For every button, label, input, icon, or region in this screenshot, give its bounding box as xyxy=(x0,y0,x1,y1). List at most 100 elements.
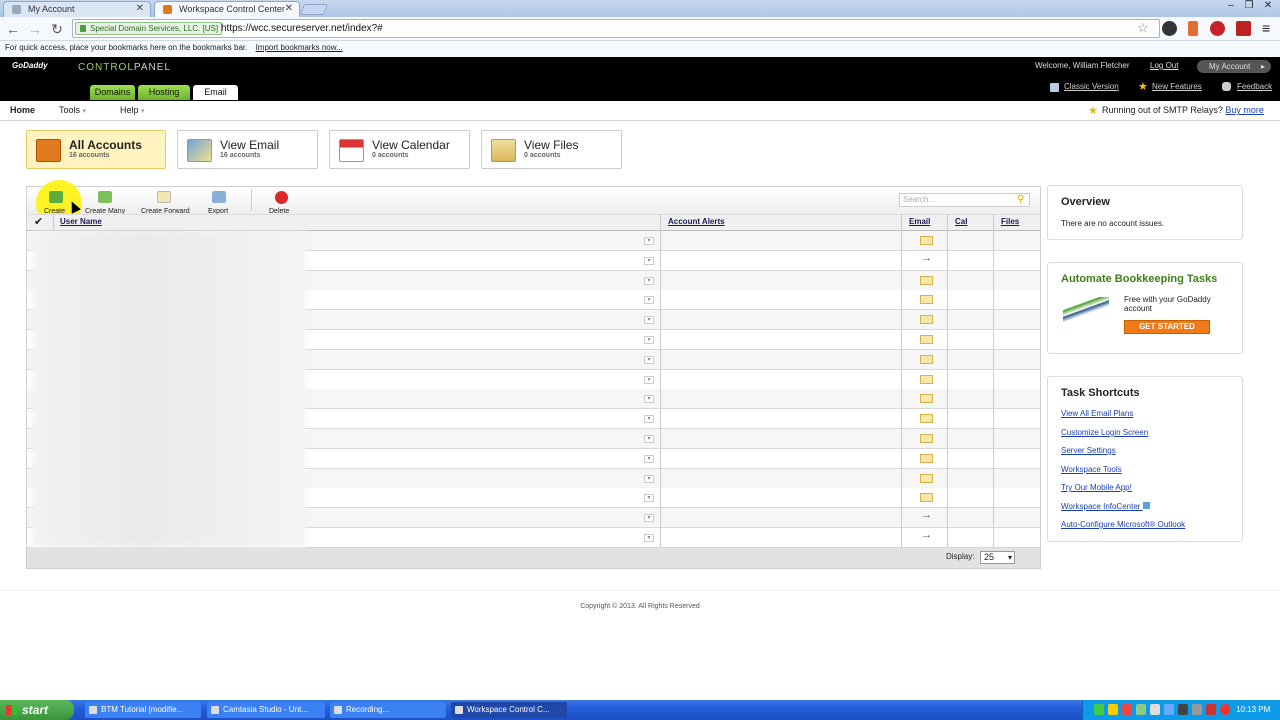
envelope-icon[interactable] xyxy=(920,434,933,443)
row-menu-chevron-icon[interactable]: ▾ xyxy=(644,514,654,523)
back-icon[interactable]: ← xyxy=(4,20,22,38)
column-account-alerts[interactable]: Account Alerts xyxy=(668,217,725,226)
taskbar-item-camtasia[interactable]: Camtasia Studio - Unt... xyxy=(207,702,325,718)
new-features-link[interactable]: New Features xyxy=(1152,82,1202,91)
card-view-files[interactable]: View Files 0 accounts xyxy=(481,130,622,169)
taskbar-item-recording[interactable]: Recording... xyxy=(330,702,446,718)
start-button[interactable]: start xyxy=(0,700,74,720)
get-started-button[interactable]: GET STARTED xyxy=(1124,320,1210,334)
search-icon[interactable]: ⚲ xyxy=(1017,194,1024,205)
forward-arrow-icon[interactable]: → xyxy=(921,509,932,521)
logout-link[interactable]: Log Out xyxy=(1150,61,1178,70)
menu-icon[interactable]: ≡ xyxy=(1262,21,1270,35)
browser-tab-workspace[interactable]: Workspace Control Center ✕ xyxy=(154,1,300,17)
search-input[interactable]: Search... xyxy=(899,193,1030,207)
row-menu-chevron-icon[interactable]: ▾ xyxy=(644,296,654,305)
browser-tab-my-account[interactable]: My Account ✕ xyxy=(3,1,151,17)
tab-email[interactable]: Email xyxy=(193,85,238,100)
row-menu-chevron-icon[interactable]: ▾ xyxy=(644,454,654,463)
row-menu-chevron-icon[interactable]: ▾ xyxy=(644,435,654,443)
taskbar-item-btm-tutorial[interactable]: BTM Tutorial [modifie... xyxy=(85,702,201,718)
close-tab-icon[interactable]: ✕ xyxy=(285,2,293,16)
row-menu-chevron-icon[interactable]: ▾ xyxy=(644,395,654,404)
new-tab-button[interactable] xyxy=(299,4,329,15)
forward-arrow-icon[interactable]: → xyxy=(921,252,932,264)
card-view-calendar[interactable]: View Calendar 0 accounts xyxy=(329,130,470,169)
menu-help[interactable]: Help ▾ xyxy=(120,105,145,115)
select-all-checkbox[interactable]: ✔ xyxy=(34,215,43,228)
forward-arrow-icon[interactable]: → xyxy=(921,529,932,541)
tray-icon[interactable] xyxy=(1108,704,1118,715)
extension-icon[interactable] xyxy=(1162,21,1177,36)
envelope-icon[interactable] xyxy=(920,374,933,384)
address-bar[interactable]: Special Domain Services, LLC. [US] https… xyxy=(72,19,1160,38)
tray-icon[interactable] xyxy=(1192,704,1202,715)
row-menu-chevron-icon[interactable]: ▾ xyxy=(644,474,654,483)
minimize-icon[interactable]: – xyxy=(1222,0,1240,14)
card-view-email[interactable]: View Email 16 accounts xyxy=(177,130,318,169)
reload-icon[interactable]: ↻ xyxy=(48,20,66,38)
envelope-icon[interactable] xyxy=(920,354,933,364)
shortcut-mobile-app[interactable]: Try Our Mobile App! xyxy=(1061,483,1132,492)
card-all-accounts[interactable]: All Accounts 16 accounts xyxy=(26,130,166,169)
tray-icon[interactable] xyxy=(1094,704,1104,715)
tray-icon[interactable] xyxy=(1220,704,1230,715)
classic-version-link[interactable]: Classic Version xyxy=(1064,82,1119,91)
row-menu-chevron-icon[interactable]: ▾ xyxy=(644,316,654,325)
create-forward-icon[interactable] xyxy=(157,191,171,203)
row-menu-chevron-icon[interactable]: ▾ xyxy=(644,256,654,265)
my-account-button[interactable]: My Account ▸ xyxy=(1197,60,1271,73)
shortcut-workspace-tools[interactable]: Workspace Tools xyxy=(1061,465,1122,474)
tray-icon[interactable] xyxy=(1122,704,1132,715)
forward-icon[interactable]: → xyxy=(26,20,44,38)
tray-icon[interactable] xyxy=(1150,704,1160,715)
restore-icon[interactable]: ❐ xyxy=(1240,0,1258,14)
delete-icon[interactable] xyxy=(275,191,288,204)
shortcut-server-settings[interactable]: Server Settings xyxy=(1061,446,1116,455)
envelope-icon[interactable] xyxy=(920,453,933,463)
envelope-icon[interactable] xyxy=(920,335,933,344)
row-menu-chevron-icon[interactable]: ▾ xyxy=(644,494,654,503)
feedback-link[interactable]: Feedback xyxy=(1237,82,1272,91)
pinterest-icon[interactable] xyxy=(1210,21,1225,36)
close-tab-icon[interactable]: ✕ xyxy=(136,2,144,16)
shortcut-outlook-config[interactable]: Auto-Configure Microsoft® Outlook xyxy=(1061,520,1185,529)
tray-icon[interactable] xyxy=(1164,704,1174,715)
envelope-icon[interactable] xyxy=(920,493,933,503)
menu-home[interactable]: Home xyxy=(10,105,35,115)
row-menu-chevron-icon[interactable]: ▾ xyxy=(644,237,654,245)
envelope-icon[interactable] xyxy=(920,295,933,305)
ssl-indicator[interactable]: Special Domain Services, LLC. [US] xyxy=(75,22,223,35)
column-user-name[interactable]: User Name xyxy=(60,217,102,226)
row-menu-chevron-icon[interactable]: ▾ xyxy=(644,375,654,384)
tab-domains[interactable]: Domains xyxy=(90,85,135,100)
row-menu-chevron-icon[interactable]: ▾ xyxy=(644,355,654,364)
tray-icon[interactable] xyxy=(1206,704,1216,715)
row-menu-chevron-icon[interactable]: ▾ xyxy=(644,336,654,344)
create-icon[interactable] xyxy=(49,191,63,203)
envelope-icon[interactable] xyxy=(920,414,933,424)
row-menu-chevron-icon[interactable]: ▾ xyxy=(644,276,654,285)
tray-icon[interactable] xyxy=(1178,704,1188,715)
bookmark-star-icon[interactable]: ☆ xyxy=(1137,20,1149,36)
extension-badge-icon[interactable] xyxy=(1236,21,1251,36)
envelope-icon[interactable] xyxy=(920,394,933,404)
taskbar-item-workspace[interactable]: Workspace Control C... xyxy=(451,702,567,718)
column-files[interactable]: Files xyxy=(1001,217,1019,226)
flag-extension-icon[interactable] xyxy=(1188,21,1198,36)
godaddy-logo[interactable]: GoDaddy xyxy=(12,61,48,70)
column-email[interactable]: Email xyxy=(909,217,930,226)
envelope-icon[interactable] xyxy=(920,473,933,483)
shortcut-view-email-plans[interactable]: View All Email Plans xyxy=(1061,409,1133,418)
row-menu-chevron-icon[interactable]: ▾ xyxy=(644,534,654,542)
shortcut-infocenter[interactable]: Workspace InfoCenter xyxy=(1061,502,1150,511)
column-cal[interactable]: Cal xyxy=(955,217,967,226)
shortcut-customize-login[interactable]: Customize Login Screen xyxy=(1061,428,1148,437)
envelope-icon[interactable] xyxy=(920,236,933,245)
menu-tools[interactable]: Tools ▾ xyxy=(59,105,86,115)
close-window-icon[interactable]: ✕ xyxy=(1259,0,1277,14)
envelope-icon[interactable] xyxy=(920,275,933,285)
export-icon[interactable] xyxy=(212,191,226,203)
tray-icon[interactable] xyxy=(1136,704,1146,715)
import-bookmarks-link[interactable]: Import bookmarks now... xyxy=(256,43,343,52)
